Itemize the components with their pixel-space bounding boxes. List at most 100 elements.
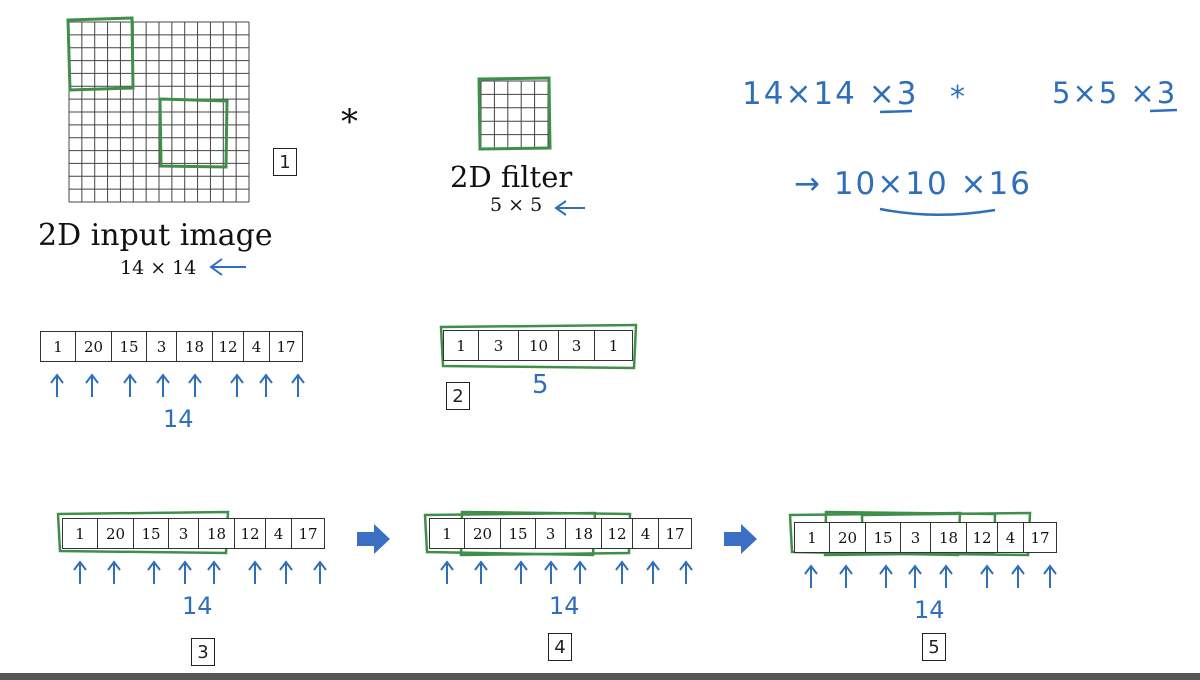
step4-up-arrow [474,560,488,584]
input-row-cell: 3 [147,331,177,362]
step3-up-arrow [73,560,87,584]
step3-up-arrow [178,560,192,584]
step4-row-cell: 15 [501,518,536,549]
step3-up-arrow [279,560,293,584]
step5-row-cell: 17 [1024,522,1057,553]
input-row-up-arrow [259,373,273,397]
step4-up-arrows [440,560,693,584]
input-row-up-arrow [230,373,244,397]
filter-size: 5 × 5 [490,194,543,216]
step3-row-cell: 18 [199,518,235,549]
step3-row-cell: 4 [266,518,292,549]
step3-up-arrow [248,560,262,584]
step4-up-arrow [573,560,587,584]
filter-row-count: 5 [532,370,549,400]
step3-up-arrows [73,560,327,584]
marker-4: 4 [548,633,572,661]
step5-up-arrow [908,564,922,588]
step-arrow-1 [357,524,390,554]
note-underline-3-right [1149,108,1178,113]
step5-row: 1 20 15 3 18 12 4 17 [794,522,1057,553]
input-size-arrow [209,258,246,276]
step4-row-cell: 18 [566,518,602,549]
step4-up-arrow [646,560,660,584]
filter-size-arrow [554,200,585,216]
step5-up-arrow [980,564,994,588]
step5-up-arrow [1043,564,1057,588]
input-row-up-arrow [156,373,170,397]
input-row-count: 14 [163,405,194,433]
step4-up-arrow [514,560,528,584]
marker-3: 3 [191,638,215,666]
step5-up-arrow [839,564,853,588]
step5-row-cell: 15 [866,522,901,553]
step3-up-arrow [207,560,221,584]
step3-row-cell: 1 [62,518,98,549]
filter-row-cell: 1 [595,330,633,361]
note-input-dims: 14×14 ×3 [742,76,919,112]
input-row-cell: 15 [112,331,147,362]
input-row-up-arrow [50,373,64,397]
step5-row-cell: 12 [967,522,998,553]
filter-grid [480,80,549,149]
filter-row-cell: 3 [479,330,519,361]
input-row-cell: 4 [244,331,270,362]
step3-row-cell: 17 [292,518,325,549]
step3-count: 14 [182,592,213,620]
step4-row-cell: 4 [633,518,659,549]
step4-up-arrow [440,560,454,584]
filter-row-cell: 10 [519,330,559,361]
input-row-up-arrow [85,373,99,397]
convolution-operator: * [341,102,358,142]
input-row-up-arrow [291,373,305,397]
input-row-cell: 18 [177,331,213,362]
input-row-cell: 1 [40,331,76,362]
step5-up-arrows [804,564,1057,588]
filter-row-cell: 1 [443,330,479,361]
step5-up-arrow [939,564,953,588]
step3-row: 1 20 15 3 18 12 4 17 [62,518,325,549]
input-row-up-arrow [188,373,202,397]
step3-row-cell: 15 [134,518,169,549]
filter-highlight [477,76,552,151]
step4-row-cell: 17 [659,518,692,549]
step4-up-arrow [615,560,629,584]
step5-row-cell: 4 [998,522,1024,553]
input-highlight-top-left [66,16,135,92]
step5-row-cell: 3 [901,522,931,553]
step-arrow-2 [724,524,757,554]
step5-count: 14 [914,596,945,624]
step4-up-arrow [679,560,693,584]
step5-row-cell: 18 [931,522,967,553]
step4-up-arrow [544,560,558,584]
filter-row-cell: 3 [559,330,595,361]
step4-row-cell: 1 [429,518,465,549]
step3-row-cell: 20 [98,518,134,549]
input-highlight-center [158,97,229,169]
step3-row-cell: 12 [235,518,266,549]
note-operator: * [950,80,965,115]
step5-up-arrow [879,564,893,588]
marker-5: 5 [922,633,946,661]
input-row-cell: 20 [76,331,112,362]
input-row: 1 20 15 3 18 12 4 17 [40,331,303,362]
step5-row-cell: 1 [794,522,830,553]
step5-up-arrow [1011,564,1025,588]
marker-1: 1 [273,148,297,176]
filter-row: 1 3 10 3 1 [443,330,633,361]
step4-count: 14 [549,592,580,620]
step5-row-cell: 20 [830,522,866,553]
step4-row-cell: 20 [465,518,501,549]
input-row-up-arrows [50,373,305,397]
step3-up-arrow [107,560,121,584]
input-row-up-arrow [123,373,137,397]
step5-up-arrow [804,564,818,588]
input-row-cell: 12 [213,331,244,362]
step4-row-cell: 3 [536,518,566,549]
step3-up-arrow [147,560,161,584]
bottom-bar [0,673,1200,680]
step3-up-arrow [313,560,327,584]
input-image-size: 14 × 14 [120,257,197,279]
marker-2: 2 [446,382,470,410]
note-underline-10x10 [879,207,996,217]
